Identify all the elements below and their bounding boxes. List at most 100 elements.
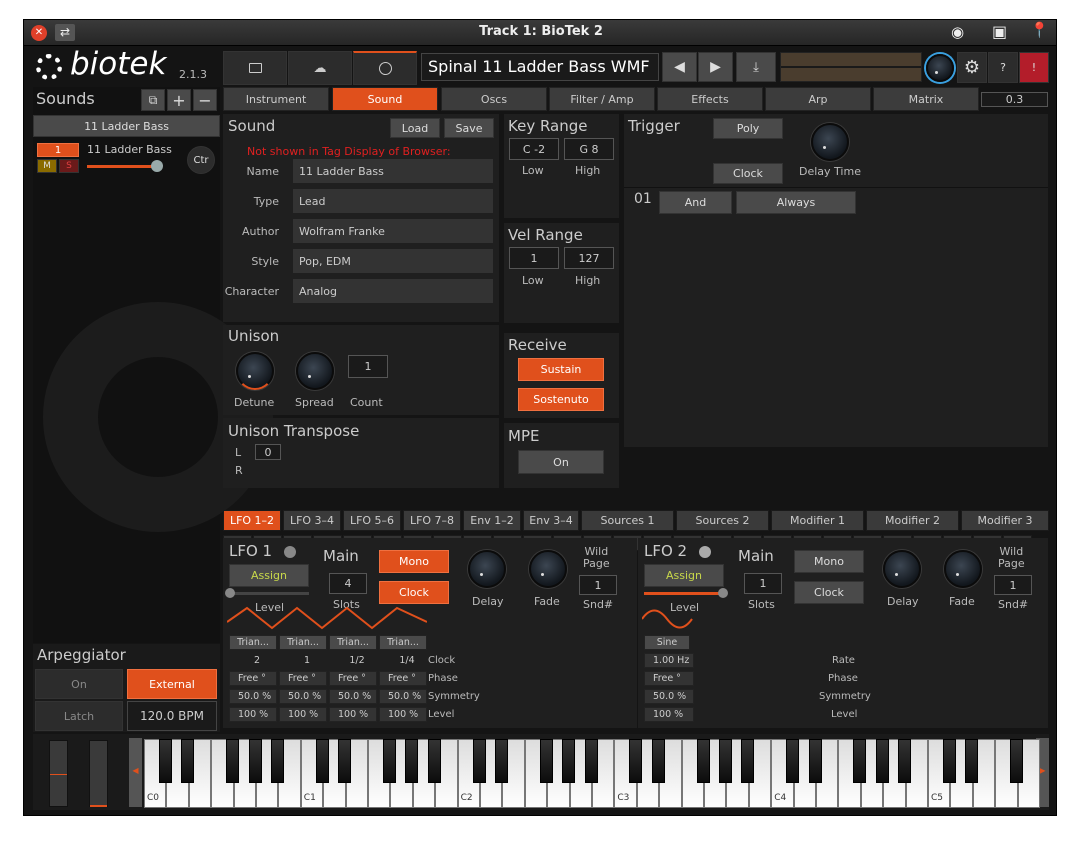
load-button[interactable]: Load (390, 118, 440, 138)
lfo1-phase-2[interactable]: Free ° (329, 671, 377, 686)
field-style[interactable]: Pop, EDM (293, 249, 493, 273)
octave-down-button[interactable]: ◀ (129, 738, 142, 807)
lfo2-mono-button[interactable]: Mono (794, 550, 864, 573)
tabs-value-field[interactable]: 0.3 (981, 92, 1048, 107)
detune-knob[interactable] (236, 352, 274, 390)
tab-filter-amp[interactable]: Filter / Amp (549, 87, 655, 111)
lfo-tab-10[interactable]: Modifier 3 (961, 510, 1049, 531)
lfo1-rate-1[interactable]: 1 (279, 653, 327, 668)
lfo-tab-2[interactable]: LFO 5–6 (343, 510, 401, 531)
prev-preset-button[interactable]: ◀ (662, 52, 697, 82)
lfo1-clock-button[interactable]: Clock (379, 581, 449, 604)
transpose-value-field[interactable]: 0 (255, 444, 281, 460)
black-key[interactable] (226, 739, 240, 783)
lfo1-rate-3[interactable]: 1/4 (379, 653, 427, 668)
lfo1-level-0[interactable]: 100 % (229, 707, 277, 722)
lfo1-snd-field[interactable]: 1 (579, 575, 617, 595)
eye-icon[interactable]: ◉ (951, 23, 964, 41)
lfo1-level-3[interactable]: 100 % (379, 707, 427, 722)
black-key[interactable] (651, 739, 665, 783)
black-key[interactable] (965, 739, 979, 783)
lfo1-level-2[interactable]: 100 % (329, 707, 377, 722)
lfo1-level-handle[interactable] (225, 588, 235, 598)
tab-matrix[interactable]: Matrix (873, 87, 979, 111)
lfo2-wave-select[interactable]: Sine (644, 635, 690, 650)
black-key[interactable] (427, 739, 441, 783)
lfo-tab-4[interactable]: Env 1–2 (463, 510, 521, 531)
field-type[interactable]: Lead (293, 189, 493, 213)
pin-icon[interactable]: 📍 (1030, 21, 1049, 39)
unison-count-field[interactable]: 1 (348, 355, 388, 378)
lfo-tab-8[interactable]: Modifier 1 (771, 510, 864, 531)
black-key[interactable] (629, 739, 643, 783)
add-sound-button[interactable]: + (167, 89, 191, 111)
remove-sound-button[interactable]: − (193, 89, 217, 111)
trigger-always-button[interactable]: Always (736, 191, 856, 214)
key-low-field[interactable]: C -2 (509, 138, 559, 160)
help-button[interactable]: ? (988, 52, 1018, 83)
mute-button[interactable]: M (37, 159, 57, 173)
field-author[interactable]: Wolfram Franke (293, 219, 493, 243)
black-key[interactable] (1010, 739, 1024, 783)
lfo1-level-slider[interactable] (229, 592, 309, 595)
lfo1-wave-select-1[interactable]: Trian... (279, 635, 327, 650)
vel-high-field[interactable]: 127 (564, 247, 614, 269)
save-preset-icon[interactable]: ⤓ (736, 52, 776, 82)
black-key[interactable] (943, 739, 956, 783)
lfo2-sym-field[interactable]: 50.0 % (644, 689, 694, 704)
tab-instrument[interactable]: Instrument (223, 87, 329, 111)
lfo1-rate-0[interactable]: 2 (229, 653, 277, 668)
lfo1-sym-3[interactable]: 50.0 % (379, 689, 427, 704)
black-key[interactable] (719, 739, 732, 783)
delay-time-knob[interactable] (811, 123, 849, 161)
edit-tab-button[interactable]: ☁ (288, 51, 352, 85)
lfo2-level-slider[interactable] (644, 592, 724, 595)
lfo2-assign-button[interactable]: Assign (644, 564, 724, 587)
lfo-tab-5[interactable]: Env 3–4 (523, 510, 579, 531)
solo-button[interactable]: S (59, 159, 79, 173)
lfo-tab-3[interactable]: LFO 7–8 (403, 510, 461, 531)
black-key[interactable] (271, 739, 284, 783)
lfo-tab-6[interactable]: Sources 1 (581, 510, 674, 531)
lfo2-rate-field[interactable]: 1.00 Hz (644, 653, 694, 668)
sustain-button[interactable]: Sustain (518, 358, 604, 381)
lfo2-clock-button[interactable]: Clock (794, 581, 864, 604)
black-key[interactable] (181, 739, 195, 783)
black-key[interactable] (741, 739, 755, 783)
save-button[interactable]: Save (444, 118, 494, 138)
lfo1-sym-0[interactable]: 50.0 % (229, 689, 277, 704)
black-key[interactable] (495, 739, 508, 783)
black-key[interactable] (248, 739, 262, 783)
arp-on-button[interactable]: On (35, 669, 123, 699)
copy-sound-icon[interactable]: ⧉ (141, 89, 165, 111)
lfo1-wave-select-2[interactable]: Trian... (329, 635, 377, 650)
tab-sound[interactable]: Sound (332, 87, 438, 111)
tab-oscs[interactable]: Oscs (441, 87, 547, 111)
midi-channel[interactable]: 1 (37, 143, 79, 157)
lfo1-delay-knob[interactable] (468, 550, 506, 588)
lfo2-level-field[interactable]: 100 % (644, 707, 694, 722)
arp-external-button[interactable]: External (127, 669, 217, 699)
lfo2-level-handle[interactable] (718, 588, 728, 598)
black-key[interactable] (808, 739, 822, 783)
slider-handle[interactable] (151, 160, 163, 172)
next-preset-button[interactable]: ▶ (698, 52, 733, 82)
black-key[interactable] (875, 739, 889, 783)
tab-effects[interactable]: Effects (657, 87, 763, 111)
black-key[interactable] (562, 739, 576, 783)
preset-name[interactable]: Spinal 11 Ladder Bass WMF (421, 53, 659, 81)
black-key[interactable] (786, 739, 800, 783)
black-key[interactable] (405, 739, 419, 783)
selected-sound[interactable]: 11 Ladder Bass (33, 115, 220, 137)
sostenuto-button[interactable]: Sostenuto (518, 388, 604, 411)
black-key[interactable] (898, 739, 912, 783)
lfo2-snd-field[interactable]: 1 (994, 575, 1032, 595)
mod-wheel[interactable] (89, 740, 108, 807)
key-high-field[interactable]: G 8 (564, 138, 614, 160)
sound-item-label[interactable]: 11 Ladder Bass (87, 143, 172, 156)
black-key[interactable] (584, 739, 598, 783)
alert-button[interactable]: ! (1019, 52, 1049, 83)
camera-icon[interactable]: ▣ (992, 22, 1007, 41)
lfo1-assign-button[interactable]: Assign (229, 564, 309, 587)
lfo2-fade-knob[interactable] (944, 550, 982, 588)
